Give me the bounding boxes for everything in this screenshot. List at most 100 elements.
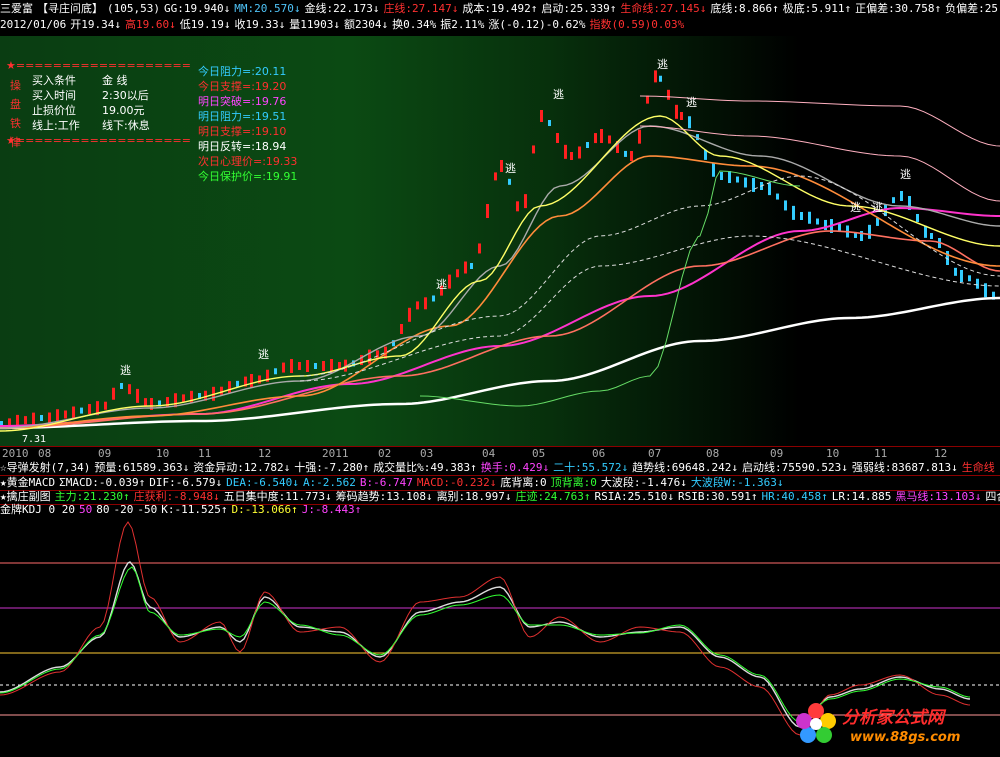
banker-field: 四合: [985, 490, 1000, 503]
candle: [314, 363, 317, 369]
banker-field: 筹码趋势:13.108↓: [335, 490, 433, 503]
axis-tick-label: 03: [420, 447, 434, 460]
candle: [40, 415, 43, 421]
axis-tick-label: 05: [532, 447, 546, 460]
candle: [659, 75, 662, 82]
candle: [968, 275, 971, 282]
missile-field: 启动线:75590.523↓: [742, 461, 848, 474]
candle: [680, 112, 683, 120]
banker-field: 黑马线:13.103↓: [895, 490, 982, 503]
banker-field: 庄迹:24.763↑: [515, 490, 591, 503]
axis-tick-label: 2010: [2, 447, 29, 460]
missile-field: 预量:61589.363↓: [94, 461, 190, 474]
escape-marker: 逃: [258, 348, 269, 361]
candle: [752, 177, 755, 192]
candle: [876, 217, 879, 226]
indicator-row-banker[interactable]: ★擒庄副图 主力:21.230↑ 庄获利:-8.948↓ 五日集中度:11.773↓ 筹…: [0, 490, 1000, 504]
escape-marker: 逃: [553, 88, 564, 101]
kdj-field: 50: [78, 503, 93, 516]
candle: [556, 132, 559, 143]
candle: [524, 194, 527, 209]
candle: [456, 269, 459, 278]
candle: [868, 224, 871, 239]
candle: [32, 412, 35, 425]
kdj-field: J:-8.443↑: [301, 503, 362, 516]
missile-field: 生命线: [961, 461, 995, 474]
indicator-row-macd[interactable]: ★黄金MACD ΣMACD:-0.039↑ DIF:-6.579↓ DEA:-6.54…: [0, 476, 1000, 490]
missile-field: 换手:0.429↓: [480, 461, 550, 474]
missile-field: 二十:55.572↓: [553, 461, 629, 474]
main-price-chart[interactable]: 逃逃逃逃逃逃逃逃逃逃 7.31 ★=================== 买入条件…: [0, 36, 1000, 446]
indicator-row-missile[interactable]: ☆导弹发射(7,34) 预量:61589.363↓ 资金异动:12.782↓ 十强:-…: [0, 461, 1000, 475]
candle: [667, 89, 670, 100]
candle: [128, 384, 131, 395]
escape-marker: 逃: [686, 96, 697, 109]
candle: [290, 359, 293, 373]
candle: [250, 374, 253, 388]
axis-tick-label: 02: [378, 447, 392, 460]
candle: [532, 145, 535, 154]
candle: [104, 401, 107, 410]
macd-field: B:-6.747: [359, 476, 413, 489]
axis-tick-label: 12: [258, 447, 272, 460]
axis-tick-label: 11: [874, 447, 888, 460]
candle: [712, 162, 715, 177]
macd-field: A:-2.562: [302, 476, 356, 489]
axis-tick-label: 07: [648, 447, 662, 460]
candle: [608, 135, 611, 144]
candle: [768, 183, 771, 196]
macd-field: ★黄金MACD: [0, 476, 56, 489]
kdj-chart[interactable]: 分析家公式网 www.88gs.com: [0, 517, 1000, 757]
macd-field: 顶背离:0: [550, 476, 597, 489]
header2-field: 指数(0.59)0.03%: [589, 18, 685, 31]
candle: [646, 95, 649, 104]
candle: [220, 386, 223, 395]
candle: [368, 349, 371, 364]
candle: [500, 160, 503, 172]
price-level: 次日心理价=:19.33: [198, 155, 298, 168]
banker-field: LR:14.885: [831, 490, 892, 503]
header1-field: 三爱富: [0, 2, 33, 15]
axis-tick-label: 11: [198, 447, 212, 460]
quote-header-row1: 三爱富 【寻庄问底】 (105,53) GG:19.940↓ MM:20.570↓ 金线:…: [0, 2, 1000, 16]
candle: [48, 412, 51, 423]
dashed-band-line: [299, 235, 1000, 382]
header1-field: (105,53): [107, 2, 160, 15]
axis-tick-label: 08: [706, 447, 720, 460]
kdj-field: -50: [137, 503, 158, 516]
candle: [954, 267, 957, 276]
candle: [800, 212, 803, 220]
candle: [624, 150, 627, 157]
candle: [464, 261, 467, 274]
candle: [88, 404, 91, 415]
header2-field: 额2304↓: [343, 18, 389, 31]
price-level: 明日支撑=:19.10: [198, 125, 287, 138]
header1-field: 正偏差:30.758↑: [855, 2, 942, 15]
axis-tick-label: 06: [592, 447, 606, 460]
axis-tick-label: 10: [156, 447, 170, 460]
candle: [494, 172, 497, 181]
header1-field: 负偏差:25.1: [945, 2, 1000, 15]
kdj-field: -20: [113, 503, 134, 516]
quote-header-row2: 2012/01/06 开19.34↓ 高19.60↓ 低19.19↓ 收19.33↓ 量1…: [0, 18, 1000, 32]
header1-field: MM:20.570↓: [234, 2, 301, 15]
macd-field: ΣMACD:-0.039↑: [59, 476, 146, 489]
header1-field: 成本:19.492↑: [462, 2, 538, 15]
indicator-row-kdj[interactable]: 金牌KDJ 0 20 50 80 -20 -50 K:-11.525↑ D:-13.066↑…: [0, 503, 1000, 517]
header2-field: 低19.19↓: [179, 18, 231, 31]
candle: [112, 387, 115, 400]
header1-field: 庄线:27.147↓: [383, 2, 459, 15]
candle: [900, 191, 903, 201]
candle: [400, 324, 403, 334]
axis-tick-label: 09: [98, 447, 112, 460]
candle: [586, 142, 589, 149]
header1-field: 极底:5.911↑: [782, 2, 852, 15]
banker-field: 五日集中度:11.773↓: [223, 490, 332, 503]
banker-field: RSIB:30.591↑: [678, 490, 758, 503]
candle: [306, 360, 309, 372]
header2-field: 开19.34↓: [70, 18, 121, 31]
panel-side-labels: 操 盘 铁 律: [10, 79, 21, 149]
candle: [916, 213, 919, 222]
missile-field: 强弱线:83687.813↓: [851, 461, 958, 474]
candle: [976, 278, 979, 289]
